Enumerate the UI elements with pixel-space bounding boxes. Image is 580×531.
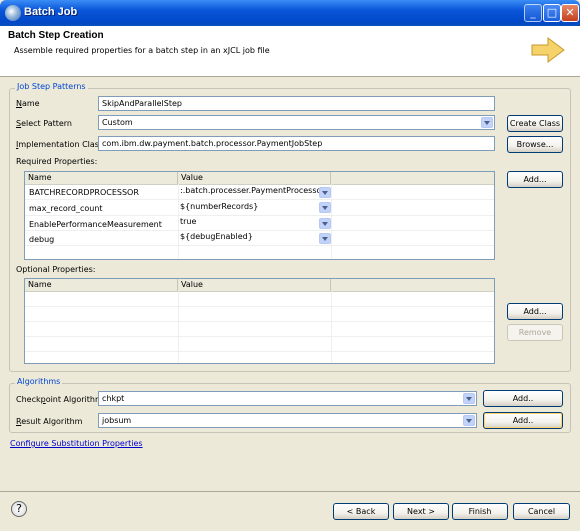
table-cell[interactable]: ${debugEnabled} [180,232,253,241]
browse-button[interactable]: Browse... [507,136,563,153]
table-cell[interactable]: :.batch.processer.PaymentProcessor [180,186,320,195]
table-cell[interactable]: BATCHRECORDPROCESSOR [29,188,139,197]
chevron-down-icon[interactable] [463,415,475,426]
result-algorithm-label: Result Algorithm [16,417,83,426]
maximize-button[interactable]: □ [543,4,561,22]
select-pattern-dropdown[interactable]: Custom [98,115,495,130]
footer-divider [0,491,580,492]
wizard-banner: Batch Step Creation Assemble required pr… [0,26,580,77]
column-header-name[interactable]: Name [25,279,178,291]
column-header-value[interactable]: Value [178,279,331,291]
column-header-name[interactable]: Name [25,172,178,184]
checkpoint-add-button[interactable]: Add.. [483,390,563,407]
implementation-class-label: Implementation Class [16,140,104,149]
chevron-down-icon[interactable] [481,117,493,128]
algorithms-label: Algorithms [15,377,63,386]
banner-title: Batch Step Creation [8,30,104,41]
back-button[interactable]: < Back [333,503,389,520]
window-title: Batch Job [24,6,78,18]
required-add-button[interactable]: Add... [507,171,563,188]
next-button[interactable]: Next > [393,503,449,520]
table-header: Name Value [25,172,494,185]
column-header-value[interactable]: Value [178,172,331,184]
checkpoint-algorithm-dropdown[interactable]: chkpt [98,391,477,406]
title-bar[interactable] [0,0,580,26]
name-field[interactable]: SkipAndParallelStep [98,96,495,111]
job-step-patterns-label: Job Step Patterns [15,82,88,91]
table-cell[interactable]: ${numberRecords} [180,202,258,211]
create-class-button[interactable]: Create Class [507,115,563,132]
implementation-class-field[interactable]: com.ibm.dw.payment.batch.processor.Payme… [98,136,495,151]
checkpoint-algorithm-label: Checkpoint Algorithm [16,395,103,404]
result-add-button[interactable]: Add.. [483,412,563,429]
table-cell[interactable]: EnablePerformanceMeasurement [29,220,162,229]
optional-remove-button[interactable]: Remove [507,324,563,341]
checkpoint-algorithm-value: chkpt [102,394,125,403]
result-algorithm-value: jobsum [102,416,132,425]
chevron-down-icon[interactable] [319,233,331,244]
chevron-down-icon[interactable] [319,187,331,198]
required-properties-table[interactable]: Name Value BATCHRECORDPROCESSOR :.batch.… [24,171,495,260]
required-properties-label: Required Properties: [16,157,98,166]
table-cell[interactable]: max_record_count [29,204,103,213]
minimize-button[interactable]: _ [524,4,542,22]
help-icon[interactable]: ? [11,501,27,517]
chevron-down-icon[interactable] [319,202,331,213]
table-cell[interactable]: true [180,217,196,226]
chevron-down-icon[interactable] [463,393,475,404]
optional-add-button[interactable]: Add... [507,303,563,320]
table-cell[interactable]: debug [29,235,54,244]
optional-properties-table[interactable]: Name Value [24,278,495,364]
result-algorithm-dropdown[interactable]: jobsum [98,413,477,428]
optional-properties-label: Optional Properties: [16,265,96,274]
close-button[interactable]: ✕ [561,4,579,22]
table-header: Name Value [25,279,494,292]
select-pattern-label: Select Pattern [16,119,73,128]
banner-description: Assemble required properties for a batch… [14,46,270,55]
eclipse-icon [5,5,21,21]
configure-substitution-link[interactable]: Configure Substitution Properties [10,439,143,448]
cancel-button[interactable]: Cancel [513,503,570,520]
chevron-down-icon[interactable] [319,218,331,229]
finish-button[interactable]: Finish [452,503,508,520]
name-label: Name [16,99,40,108]
select-pattern-value: Custom [102,118,133,127]
wizard-arrow-icon [531,37,565,63]
